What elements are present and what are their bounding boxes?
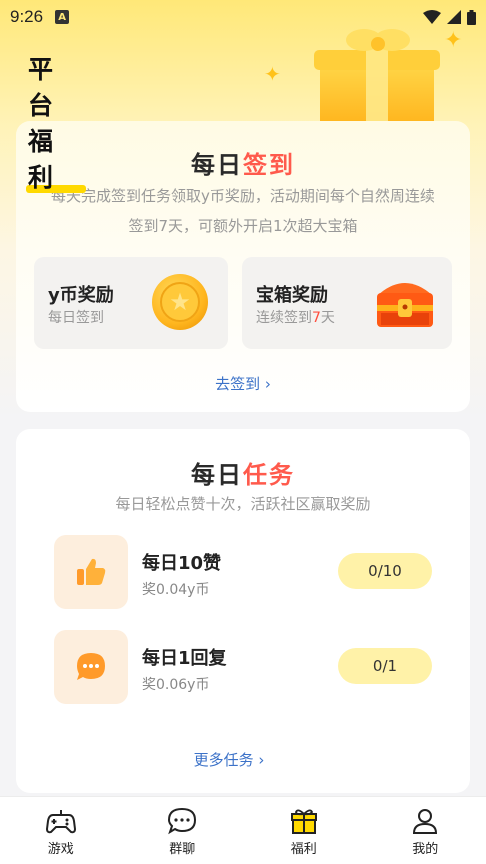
sparkle-icon: ✦ xyxy=(444,28,463,53)
bottom-tab-bar: 游戏 群聊 福利 我的 xyxy=(0,796,486,864)
accessibility-notification-icon: A xyxy=(55,10,70,24)
tab-group-chat[interactable]: 群聊 xyxy=(122,797,244,864)
thumbs-up-icon xyxy=(54,535,128,609)
coin-reward-title: y币奖励 xyxy=(48,285,114,306)
task-item: 每日10赞 奖0.04y币 0/10 xyxy=(54,535,432,609)
more-tasks-link[interactable]: 更多任务 › xyxy=(2,749,456,770)
checkin-title: 每日签到 xyxy=(16,145,470,180)
tab-benefits[interactable]: 福利 xyxy=(243,797,365,864)
tab-games[interactable]: 游戏 xyxy=(0,797,122,864)
tasks-title-part2: 任务 xyxy=(243,461,295,489)
status-time: 9:26 xyxy=(10,7,44,26)
chat-icon xyxy=(168,807,197,835)
tasks-card: 每日任务 每日轻松点赞十次，活跃社区赢取奖励 每日10赞 奖0.04y币 0/1… xyxy=(16,429,470,793)
user-icon xyxy=(413,809,438,834)
chest-reward-subtitle: 连续签到7天 xyxy=(256,310,335,326)
page-title: 平台福利 xyxy=(25,50,87,194)
task-progress-pill[interactable]: 0/10 xyxy=(338,553,432,589)
coin-reward-box[interactable]: y币奖励 每日签到 ★ xyxy=(34,257,228,349)
checkin-description-line1: 每天完成签到任务领取y币奖励，活动期间每个自然周连续 xyxy=(51,187,435,205)
gift-box-icon xyxy=(314,29,440,130)
chevron-right-icon: › xyxy=(258,751,265,769)
tab-label: 游戏 xyxy=(47,842,74,857)
checkin-description-line2: 签到7天，可额外开启1次超大宝箱 xyxy=(128,217,358,235)
tasks-description: 每日轻松点赞十次，活跃社区赢取奖励 xyxy=(115,495,371,513)
coin-icon: ★ xyxy=(152,274,208,330)
chest-reward-title: 宝箱奖励 xyxy=(256,285,328,306)
checkin-description: 每天完成签到任务领取y币奖励，活动期间每个自然周连续 签到7天，可额外开启1次超… xyxy=(36,181,450,241)
chat-bubble-icon xyxy=(54,630,128,704)
checkin-title-part1: 每日 xyxy=(191,151,243,179)
gamepad-icon xyxy=(45,810,76,834)
treasure-chest-icon xyxy=(377,283,433,327)
task-item: 每日1回复 奖0.06y币 0/1 xyxy=(54,630,432,704)
signal-icon xyxy=(447,10,461,24)
gift-icon xyxy=(290,809,317,834)
checkin-card: 每日签到 每天完成签到任务领取y币奖励，活动期间每个自然周连续 签到7天，可额外… xyxy=(16,121,470,412)
chest-reward-box[interactable]: 宝箱奖励 连续签到7天 xyxy=(242,257,452,349)
tab-label: 福利 xyxy=(290,842,317,857)
checkin-title-part2: 签到 xyxy=(243,151,295,179)
tab-label: 我的 xyxy=(412,842,439,857)
task-progress-pill[interactable]: 0/1 xyxy=(338,648,432,684)
task-reward: 奖0.04y币 xyxy=(142,582,210,598)
task-title: 每日10赞 xyxy=(142,553,222,574)
tasks-title-part1: 每日 xyxy=(191,461,243,489)
task-title: 每日1回复 xyxy=(142,648,227,669)
chevron-right-icon: › xyxy=(264,375,271,393)
coin-reward-subtitle: 每日签到 xyxy=(48,310,104,326)
tasks-title: 每日任务 xyxy=(16,455,470,490)
tab-label: 群聊 xyxy=(169,842,196,857)
go-checkin-link[interactable]: 去签到 › xyxy=(16,373,470,394)
sparkle-icon: ✦ xyxy=(264,62,281,86)
battery-icon xyxy=(467,9,476,25)
tab-profile[interactable]: 我的 xyxy=(365,797,486,864)
task-reward: 奖0.06y币 xyxy=(142,677,210,693)
